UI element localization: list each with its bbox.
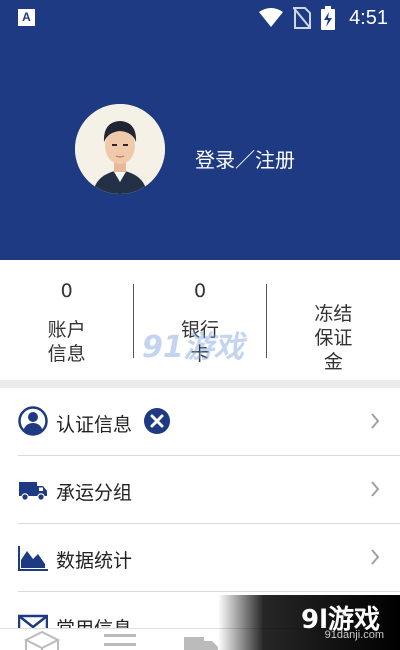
app-notification-icon: A xyxy=(18,9,35,26)
wifi-icon xyxy=(259,8,284,27)
chevron-right-icon xyxy=(371,481,380,497)
chevron-right-icon xyxy=(371,549,380,565)
truck-icon xyxy=(19,482,47,501)
menu-item-label: 承运分组 xyxy=(56,482,133,504)
stat-divider xyxy=(133,284,134,358)
profile-header: 登录／注册 xyxy=(0,36,400,260)
user-circle-icon xyxy=(18,406,48,436)
status-bar: A 4:51 xyxy=(0,0,400,36)
menu-item-verification[interactable]: 认证信息 xyxy=(18,388,400,456)
menu-icon[interactable] xyxy=(102,631,138,650)
login-register-link[interactable]: 登录／注册 xyxy=(195,144,295,173)
stat-account-info[interactable]: 0 账户 信息 xyxy=(0,260,133,380)
menu-item-label: 认证信息 xyxy=(56,414,133,436)
watermark-center: 91游戏 xyxy=(142,330,244,365)
stat-value: 0 xyxy=(193,280,207,302)
truck-icon[interactable] xyxy=(182,631,222,650)
battery-charging-icon xyxy=(321,6,336,30)
box-icon[interactable] xyxy=(22,631,62,650)
avatar[interactable] xyxy=(75,104,165,194)
avatar-illustration xyxy=(75,104,165,194)
stat-label: 账户 信息 xyxy=(47,319,86,365)
chevron-right-icon xyxy=(371,413,380,429)
no-sim-icon xyxy=(293,7,312,29)
menu-item-carrier-group[interactable]: 承运分组 xyxy=(18,456,400,524)
stat-divider xyxy=(266,284,267,358)
stat-frozen-deposit[interactable]: 冻结 保证 金 xyxy=(267,260,400,380)
section-gap xyxy=(0,380,400,388)
stat-label: 冻结 保证 金 xyxy=(314,303,353,373)
status-time: 4:51 xyxy=(349,6,388,29)
close-circle-icon xyxy=(144,408,170,434)
watermark-url: 91danji.com xyxy=(324,629,384,641)
watermark-corner: 9l游戏 91danji.com xyxy=(218,595,400,650)
stat-value: 0 xyxy=(60,280,73,302)
menu-item-statistics[interactable]: 数据统计 xyxy=(18,524,400,592)
menu-item-label: 数据统计 xyxy=(56,550,133,572)
area-chart-icon xyxy=(18,546,48,571)
status-icons: 4:51 xyxy=(259,6,388,30)
